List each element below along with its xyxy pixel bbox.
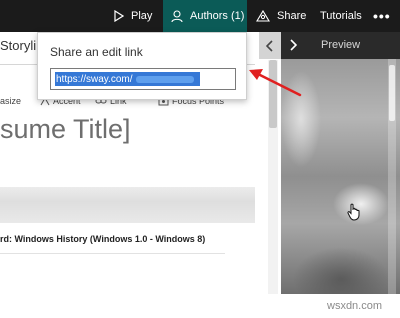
share-label: Share: [277, 10, 307, 22]
tutorials-label: Tutorials: [320, 10, 362, 22]
editor-scrollbar[interactable]: [268, 60, 278, 310]
preview-scroll-thumb[interactable]: [389, 65, 395, 121]
more-icon: •••: [373, 8, 391, 24]
share-edit-link-popup: Share an edit link https://sway.com/: [37, 32, 247, 100]
popup-title: Share an edit link: [50, 45, 143, 59]
authors-button[interactable]: Authors (1): [163, 0, 247, 32]
link-redacted: [135, 75, 194, 83]
watermark-text: wsxdn.com: [327, 300, 383, 312]
link-text: https://sway.com/: [56, 73, 133, 85]
chevron-left-icon: [266, 39, 273, 52]
person-icon: [171, 9, 183, 22]
share-button[interactable]: Share: [256, 0, 306, 32]
preview-scrollbar[interactable]: [388, 59, 396, 294]
play-button[interactable]: Play: [113, 0, 152, 32]
edit-link-field[interactable]: https://sway.com/: [50, 68, 236, 90]
hand-cursor-icon: [347, 203, 361, 226]
card-divider: [0, 253, 225, 254]
preview-header: Preview: [281, 32, 400, 59]
emphasize-button[interactable]: asize: [0, 96, 21, 106]
emphasize-label: asize: [0, 96, 22, 106]
editor-scroll-thumb[interactable]: [269, 60, 277, 128]
authors-label: Authors (1): [190, 10, 245, 22]
chevron-right-icon: [290, 39, 298, 51]
share-icon: [256, 10, 270, 22]
image-card-band: [0, 187, 255, 223]
top-toolbar: Play Authors (1) Share Tutorials •••: [0, 0, 400, 32]
collapse-storyline-button[interactable]: [259, 32, 281, 59]
preview-label: Preview: [321, 39, 361, 51]
link-selection: https://sway.com/: [55, 72, 200, 86]
card-title-text[interactable]: sume Title]: [0, 114, 131, 145]
play-label: Play: [131, 10, 153, 22]
tutorials-button[interactable]: Tutorials: [320, 0, 362, 32]
preview-expand-button[interactable]: [289, 39, 298, 54]
card-heading-text[interactable]: rd: Windows History (Windows 1.0 - Windo…: [0, 234, 205, 244]
play-icon: [114, 10, 124, 22]
preview-image: [281, 59, 400, 294]
more-options-button[interactable]: •••: [373, 0, 391, 32]
